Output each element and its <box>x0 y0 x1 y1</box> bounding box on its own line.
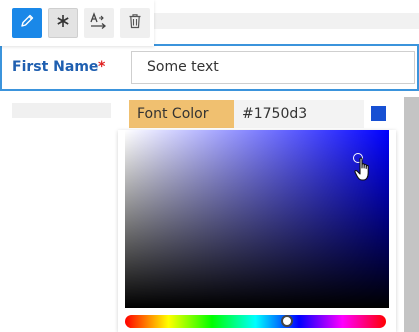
asterisk-icon <box>55 13 71 33</box>
delete-button[interactable] <box>120 8 150 38</box>
field-toolbar <box>0 0 154 46</box>
text-direction-icon <box>89 12 109 34</box>
text-direction-button[interactable] <box>84 8 114 38</box>
saturation-value-area[interactable] <box>125 130 389 308</box>
font-color-hex-input[interactable]: #1750d3 <box>234 100 364 128</box>
trash-icon <box>128 13 142 33</box>
font-color-label: Font Color <box>129 100 234 128</box>
hand-pointer-icon <box>354 157 372 187</box>
vertical-scrollbar[interactable] <box>404 97 419 332</box>
field-label: First Name <box>12 59 99 75</box>
required-toggle-button[interactable] <box>48 8 78 38</box>
hue-slider[interactable] <box>125 315 386 328</box>
hue-slider-handle[interactable] <box>281 315 293 327</box>
edit-button[interactable] <box>12 8 42 38</box>
background-placeholder-bar <box>150 13 419 29</box>
first-name-input[interactable]: Some text <box>131 51 415 84</box>
form-field-row[interactable]: First Name * Some text <box>0 44 419 91</box>
required-indicator: * <box>98 59 106 75</box>
pencil-icon <box>19 13 35 33</box>
font-color-swatch[interactable] <box>371 106 386 121</box>
background-placeholder-bar <box>12 103 111 118</box>
